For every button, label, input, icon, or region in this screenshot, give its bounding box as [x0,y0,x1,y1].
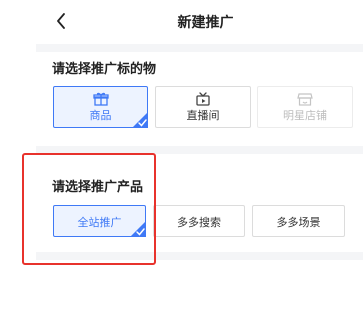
target-option-label: 明星店铺 [283,109,327,122]
store-icon [297,93,313,106]
target-section-title: 请选择推广标的物 [52,62,157,77]
page-title: 新建推广 [177,15,234,31]
target-option-live-room[interactable]: 直播间 [155,86,251,128]
target-option-goods[interactable]: 商品 [53,86,148,128]
tv-icon [196,92,210,106]
product-option-scene[interactable]: 多多场景 [252,205,345,237]
product-option-label: 多多场景 [276,216,321,229]
product-option-search[interactable]: 多多搜索 [153,205,245,237]
target-option-star-store: 明星店铺 [257,86,353,128]
target-option-label: 直播间 [186,109,220,122]
product-option-label: 多多搜索 [177,216,221,229]
annotation-highlight-box [22,153,156,265]
section-divider [36,44,363,52]
gift-icon [92,92,109,106]
top-bar: 新建推广 [0,0,363,44]
selected-check-icon [132,112,148,128]
